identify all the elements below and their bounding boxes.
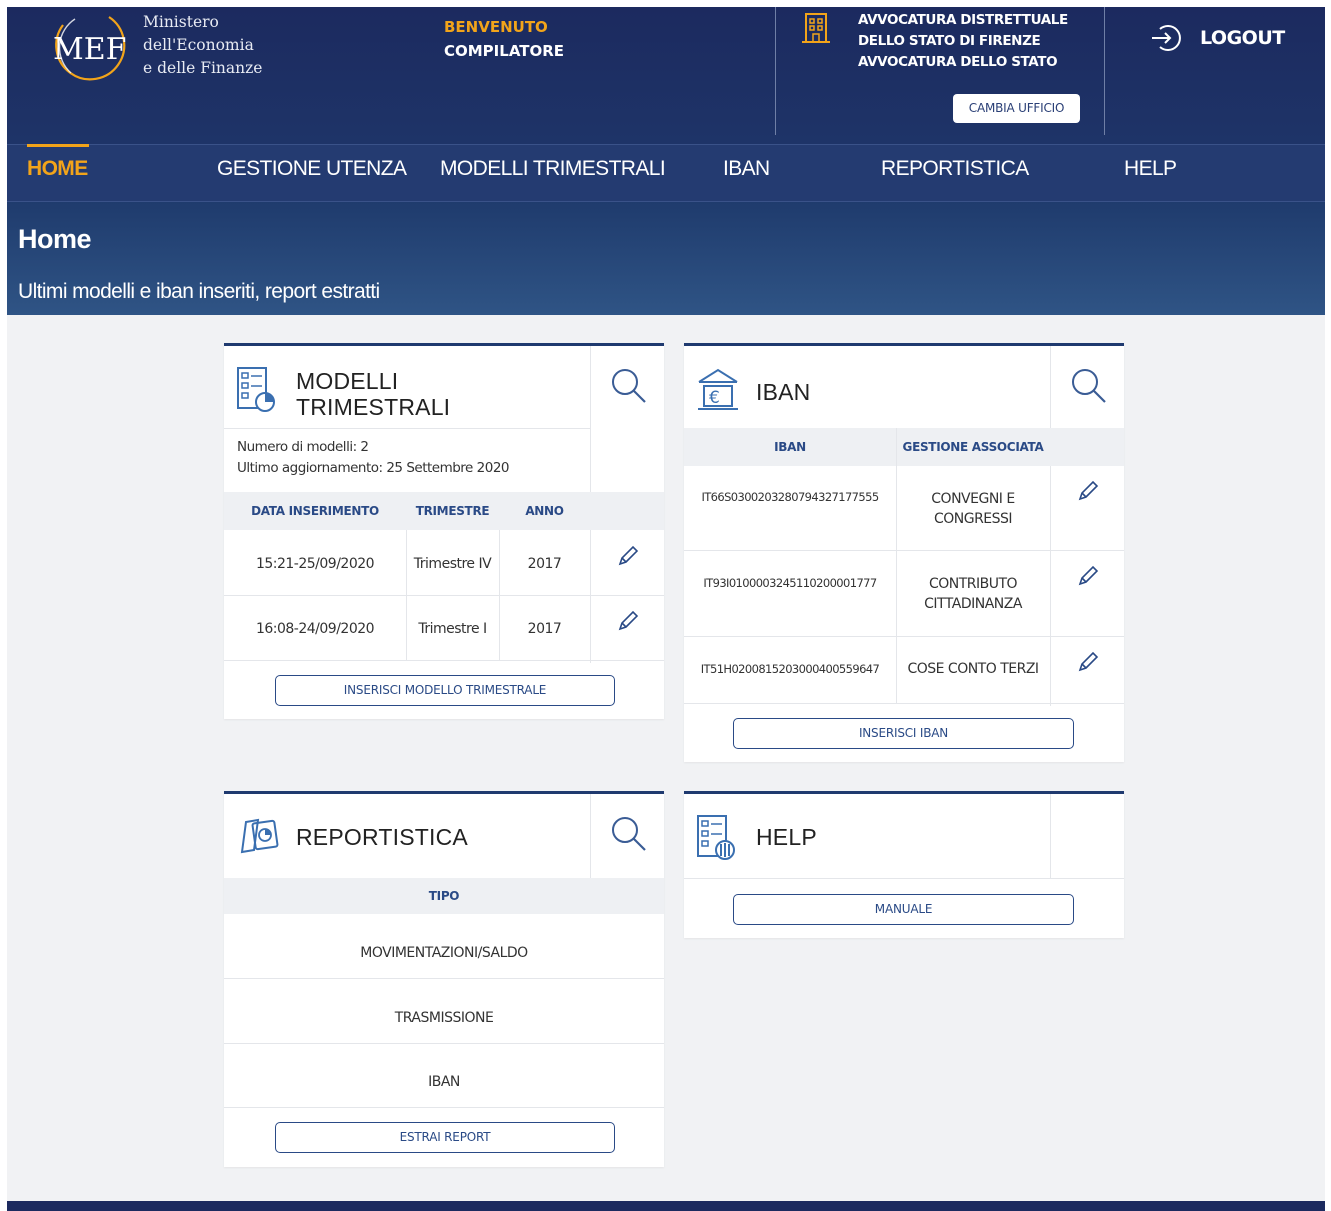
modelli-card: MODELLI TRIMESTRALI Numero di modelli: 2…: [224, 343, 664, 719]
divider: [224, 660, 664, 661]
cell-trimestre: Trimestre I: [418, 621, 487, 637]
search-icon[interactable]: [1069, 366, 1107, 404]
report-type-item[interactable]: MOVIMENTAZIONI/SALDO: [224, 945, 664, 961]
help-title: HELP: [756, 824, 817, 850]
modelli-last-update: Ultimo aggiornamento: 25 Settembre 2020: [237, 460, 510, 476]
divider: [224, 595, 664, 596]
logo-text: MEF: [53, 32, 126, 67]
col-iban: IBAN: [774, 440, 806, 454]
nav-help[interactable]: HELP: [1124, 145, 1177, 201]
header-divider: [775, 7, 776, 135]
cell-data: 15:21-25/09/2020: [255, 556, 375, 572]
ministry-name: Ministero dell'Economia e delle Finanze: [143, 11, 262, 80]
page-header: Home Ultimi modelli e iban inseriti, rep…: [7, 202, 1325, 315]
page-subtitle: Ultimi modelli e iban inseriti, report e…: [18, 280, 380, 303]
divider: [684, 636, 1124, 637]
help-card-header: HELP: [684, 794, 1050, 876]
extract-report-button[interactable]: ESTRAI REPORT: [275, 1122, 615, 1153]
nav-gestione-utenza[interactable]: GESTIONE UTENZA: [217, 145, 407, 201]
cell-gestione: CONTRIBUTO CITTADINANZA: [924, 576, 1022, 612]
modelli-title-line1: MODELLI: [296, 368, 399, 394]
mef-logo[interactable]: MEF: [49, 11, 133, 83]
col-data-inserimento: DATA INSERIMENTO: [251, 504, 379, 518]
search-icon[interactable]: [609, 814, 647, 852]
logout-label: LOGOUT: [1200, 27, 1285, 49]
edit-pencil-icon[interactable]: [616, 544, 640, 568]
divider: [684, 550, 1124, 551]
cell-gestione: CONVEGNI E CONGRESSI: [931, 491, 1015, 527]
divider: [684, 878, 1124, 879]
cell-gestione: COSE CONTO TERZI: [907, 661, 1039, 677]
manual-button[interactable]: MANUALE: [733, 894, 1074, 925]
col-anno: ANNO: [525, 504, 564, 518]
insert-iban-button[interactable]: INSERISCI IBAN: [733, 718, 1074, 749]
col-tipo: TIPO: [428, 889, 460, 903]
bank-euro-icon: €: [696, 366, 738, 416]
welcome-message: BENVENUTO COMPILATORE: [444, 15, 564, 63]
app-frame: MEF Ministero dell'Economia e delle Fina…: [7, 7, 1325, 1211]
nav-home[interactable]: HOME: [27, 144, 89, 201]
change-office-button[interactable]: CAMBIA UFFICIO: [953, 94, 1080, 123]
logout-icon: [1152, 25, 1181, 51]
iban-card-header: € IBAN: [684, 346, 1050, 428]
help-card: HELP MANUALE: [684, 791, 1124, 938]
divider: [224, 428, 590, 429]
document-chart-icon: [236, 364, 276, 414]
cell-data: 16:08-24/09/2020: [255, 621, 375, 637]
modelli-title-line2: TRIMESTRALI: [296, 394, 451, 420]
cell-anno: 2017: [527, 556, 562, 572]
main-nav: HOME GESTIONE UTENZA MODELLI TRIMESTRALI…: [7, 144, 1325, 202]
divider: [224, 978, 664, 979]
search-icon[interactable]: [609, 366, 647, 404]
reportistica-search-column: [590, 794, 664, 878]
nav-modelli-trimestrali[interactable]: MODELLI TRIMESTRALI: [440, 145, 666, 201]
cell-iban: IT66S0300203280794327177555: [701, 490, 879, 504]
help-document-icon: [696, 812, 736, 862]
col-trimestre: TRIMESTRE: [415, 504, 490, 518]
user-role: COMPILATORE: [444, 42, 565, 60]
modelli-table-header: DATA INSERIMENTO TRIMESTRE ANNO: [224, 492, 664, 530]
edit-pencil-icon[interactable]: [1076, 650, 1100, 674]
header: MEF Ministero dell'Economia e delle Fina…: [7, 7, 1325, 144]
modelli-count: Numero di modelli: 2: [237, 439, 369, 455]
office-name: AVVOCATURA DISTRETTUALE DELLO STATO DI F…: [858, 12, 1068, 70]
edit-pencil-icon[interactable]: [616, 609, 640, 633]
divider: [224, 1043, 664, 1044]
ministry-line: Ministero: [143, 13, 219, 31]
divider: [224, 1107, 664, 1108]
cell-iban: IT51H0200815203000400559647: [700, 662, 880, 676]
nav-iban[interactable]: IBAN: [723, 145, 770, 201]
reportistica-card-header: REPORTISTICA: [224, 794, 590, 876]
report-type-item[interactable]: IBAN: [224, 1074, 664, 1090]
cell-anno: 2017: [527, 621, 562, 637]
footer-bar: [7, 1201, 1325, 1211]
iban-table-header: IBAN GESTIONE ASSOCIATA: [684, 428, 1124, 466]
ministry-line: dell'Economia: [143, 36, 254, 54]
edit-pencil-icon[interactable]: [1076, 479, 1100, 503]
divider: [684, 703, 1124, 704]
nav-reportistica[interactable]: REPORTISTICA: [881, 145, 1029, 201]
insert-modello-button[interactable]: INSERISCI MODELLO TRIMESTRALE: [275, 675, 615, 706]
page-title: Home: [18, 224, 92, 254]
iban-card: € IBAN IBAN GESTIONE ASSOCIATA IT66S0300…: [684, 343, 1124, 762]
report-type-item[interactable]: TRASMISSIONE: [224, 1010, 664, 1026]
modelli-card-header: MODELLI TRIMESTRALI: [224, 346, 590, 428]
welcome-label: BENVENUTO: [444, 18, 548, 36]
svg-text:€: €: [709, 388, 720, 408]
reportistica-title: REPORTISTICA: [296, 824, 468, 850]
office-building-icon: [801, 11, 831, 45]
header-divider: [1104, 7, 1105, 135]
cell-trimestre: Trimestre IV: [413, 556, 492, 572]
edit-pencil-icon[interactable]: [1076, 564, 1100, 588]
reportistica-table-header: TIPO: [224, 878, 664, 914]
cell-iban: IT93I0100003245110200001777: [703, 576, 877, 590]
report-icon: [236, 816, 280, 856]
ministry-line: e delle Finanze: [143, 59, 263, 77]
logout-button[interactable]: LOGOUT: [1148, 21, 1285, 55]
col-gestione-associata: GESTIONE ASSOCIATA: [902, 440, 1044, 454]
iban-title: IBAN: [756, 379, 811, 405]
reportistica-card: REPORTISTICA TIPO MOVIMENTAZIONI/SALDO T…: [224, 791, 664, 1167]
help-empty-column: [1050, 794, 1124, 878]
